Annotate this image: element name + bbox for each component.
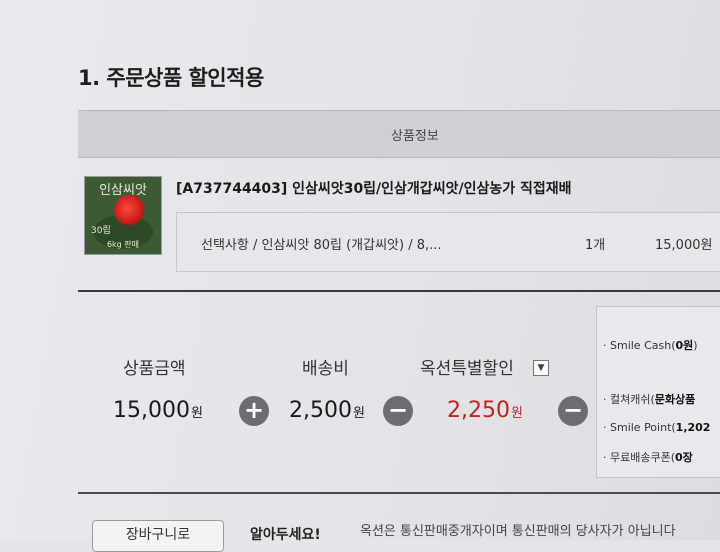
free-shipping-value: 0장	[675, 451, 693, 464]
thumbnail-flower	[114, 195, 144, 225]
smile-point-item[interactable]: · Smile Point(1,202	[603, 421, 710, 434]
smile-point-value: 1,202	[675, 421, 711, 434]
shipping-number: 2,500	[289, 398, 352, 423]
option-row: 선택사항 / 인삼씨앗 80립 (개갑씨앗) / 8,... 1개 15,000…	[176, 212, 720, 272]
notice-text: 옥션은 통신판매중개자이며 통신판매의 당사자가 아닙니다	[360, 524, 676, 539]
go-to-cart-button[interactable]: 장바구니로	[92, 520, 224, 552]
thumbnail-title: 인삼씨앗	[99, 183, 147, 198]
product-amount-unit: 원	[190, 406, 203, 421]
option-price: 15,000원	[655, 238, 713, 253]
product-info-header-label: 상품정보	[391, 129, 439, 144]
option-text: 선택사항 / 인삼씨앗 80립 (개갑씨앗) / 8,...	[201, 238, 442, 253]
thumbnail-subtitle: 30립	[91, 226, 111, 236]
minus-circle-icon: −	[558, 396, 588, 426]
free-shipping-coupon-item[interactable]: · 무료배송쿠폰(0장	[603, 449, 693, 465]
culture-cash-item[interactable]: · 컬쳐캐쉬(문화상품	[603, 391, 695, 407]
footer-divider	[78, 492, 720, 494]
shipping-label: 배송비	[302, 359, 349, 379]
auction-discount-label: 옥션특별할인	[420, 359, 514, 379]
thumbnail-bottom-text: 6kg 판매	[106, 240, 140, 249]
free-shipping-label: · 무료배송쿠폰(	[603, 451, 676, 464]
smile-point-label: · Smile Point(	[603, 421, 676, 434]
smile-cash-label: · Smile Cash(	[603, 339, 676, 352]
auction-discount-unit: 원	[510, 406, 523, 421]
product-name-link[interactable]: [A737744403] 인삼씨앗30립/인삼개갑씨앗/인삼농가 직접재배	[176, 178, 571, 198]
shipping-value: 2,500원	[289, 398, 365, 423]
smile-cash-suffix: )	[693, 339, 698, 352]
shipping-unit: 원	[352, 406, 365, 421]
culture-cash-value: 문화상품	[654, 393, 696, 406]
culture-cash-label: · 컬쳐캐쉬(	[603, 393, 655, 406]
product-info-header: 상품정보	[78, 110, 720, 158]
smile-cash-item[interactable]: · Smile Cash(0원)	[603, 337, 698, 353]
plus-circle-icon: +	[239, 396, 269, 426]
option-quantity: 1개	[585, 238, 606, 253]
payment-options-panel: · Smile Cash(0원) · 컬쳐캐쉬(문화상품 · Smile Poi…	[596, 306, 720, 478]
auction-discount-value: 2,250원	[447, 398, 523, 423]
product-amount-label: 상품금액	[123, 359, 186, 379]
product-thumbnail[interactable]: 인삼씨앗 30립 6kg 판매	[84, 176, 162, 255]
section-title: 1. 주문상품 할인적용	[78, 66, 264, 90]
order-page: 1. 주문상품 할인적용 상품정보 인삼씨앗 30립 6kg 판매 [A7377…	[0, 0, 720, 552]
product-amount-value: 15,000원	[113, 398, 203, 423]
product-amount-number: 15,000	[113, 398, 190, 423]
auction-discount-number: 2,250	[447, 398, 510, 423]
section-divider	[78, 290, 720, 292]
chevron-down-icon[interactable]: ▼	[533, 360, 549, 376]
smile-cash-value: 0원	[675, 339, 694, 352]
minus-circle-icon: −	[383, 396, 413, 426]
notice-heading: 알아두세요!	[250, 527, 321, 543]
